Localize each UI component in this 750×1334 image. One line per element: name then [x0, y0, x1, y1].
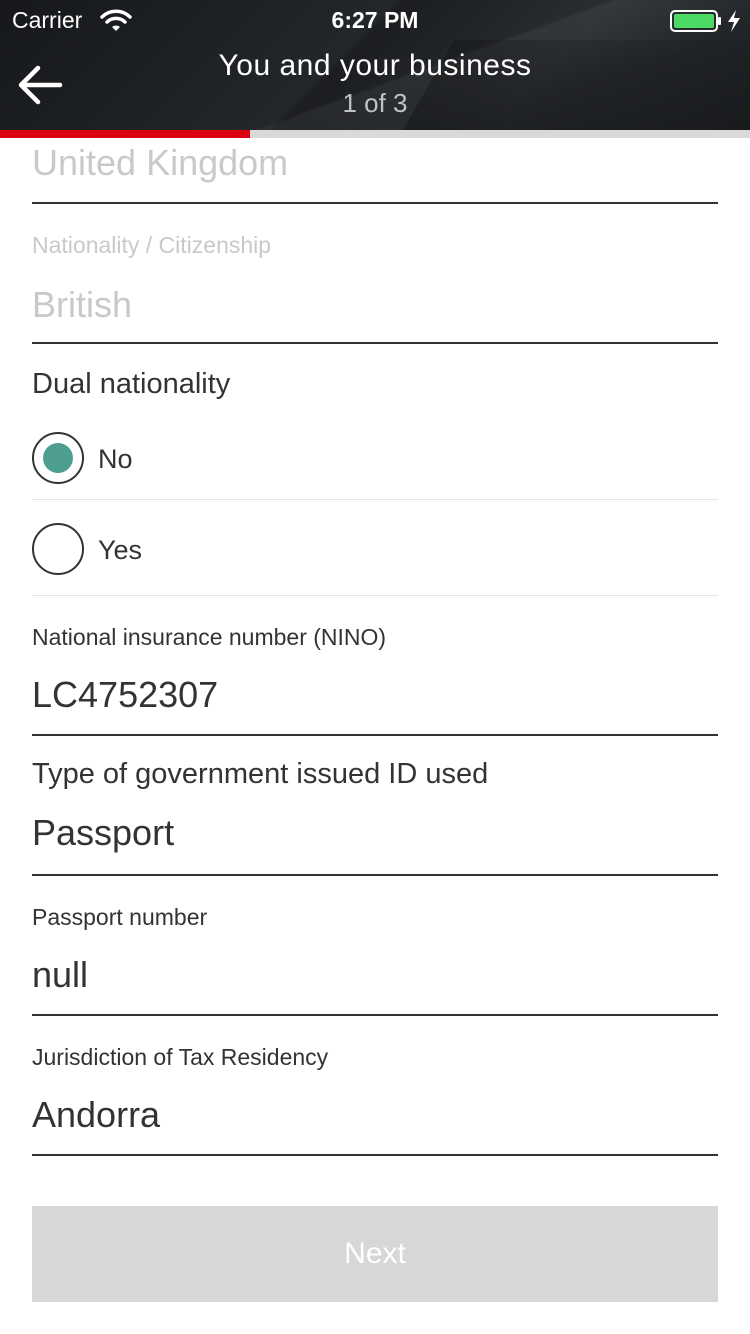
tax-residency-field[interactable]: Jurisdiction of Tax Residency Andorra: [32, 1016, 718, 1156]
country-value: United Kingdom: [32, 142, 289, 183]
step-indicator: 1 of 3: [342, 88, 408, 118]
radio-label-no: No: [98, 444, 133, 474]
dual-nationality-group: Dual nationality: [32, 344, 718, 412]
radio-button-yes[interactable]: [32, 523, 84, 575]
id-type-label: Type of government issued ID used: [32, 758, 489, 790]
radio-selected-dot: [43, 443, 73, 473]
radio-option-yes[interactable]: Yes: [32, 500, 718, 596]
dual-nationality-label: Dual nationality: [32, 368, 231, 400]
progress-bar: [0, 130, 750, 138]
page-title: You and your business: [218, 49, 532, 82]
id-type-value[interactable]: Passport: [32, 812, 174, 854]
nationality-label: Nationality / Citizenship: [32, 232, 272, 258]
battery-charging-icon: [670, 10, 740, 32]
passport-number-label: Passport number: [32, 904, 208, 930]
passport-number-field[interactable]: Passport number null: [32, 876, 718, 1016]
country-field: United Kingdom: [32, 138, 718, 204]
status-bar: Carrier 6:27 PM: [0, 0, 750, 40]
radio-option-no[interactable]: No: [32, 412, 718, 500]
id-type-field[interactable]: Type of government issued ID used Passpo…: [32, 736, 718, 876]
form-content: United Kingdom Nationality / Citizenship…: [32, 138, 718, 1156]
app-header: Carrier 6:27 PM You and your business 1 …: [0, 0, 750, 130]
next-button[interactable]: Next: [32, 1206, 718, 1302]
progress-bar-fill: [0, 130, 250, 138]
tax-residency-label: Jurisdiction of Tax Residency: [32, 1044, 329, 1070]
nationality-field: Nationality / Citizenship British: [32, 204, 718, 344]
tax-residency-value[interactable]: Andorra: [32, 1094, 160, 1136]
radio-button-no[interactable]: [32, 432, 84, 484]
nino-label: National insurance number (NINO): [32, 624, 387, 650]
radio-label-yes: Yes: [98, 535, 143, 565]
nationality-value: British: [32, 284, 133, 325]
nino-input[interactable]: LC4752307: [32, 674, 218, 716]
passport-number-input[interactable]: null: [32, 954, 88, 996]
nino-field[interactable]: National insurance number (NINO) LC47523…: [32, 596, 718, 736]
status-time: 6:27 PM: [331, 7, 419, 33]
